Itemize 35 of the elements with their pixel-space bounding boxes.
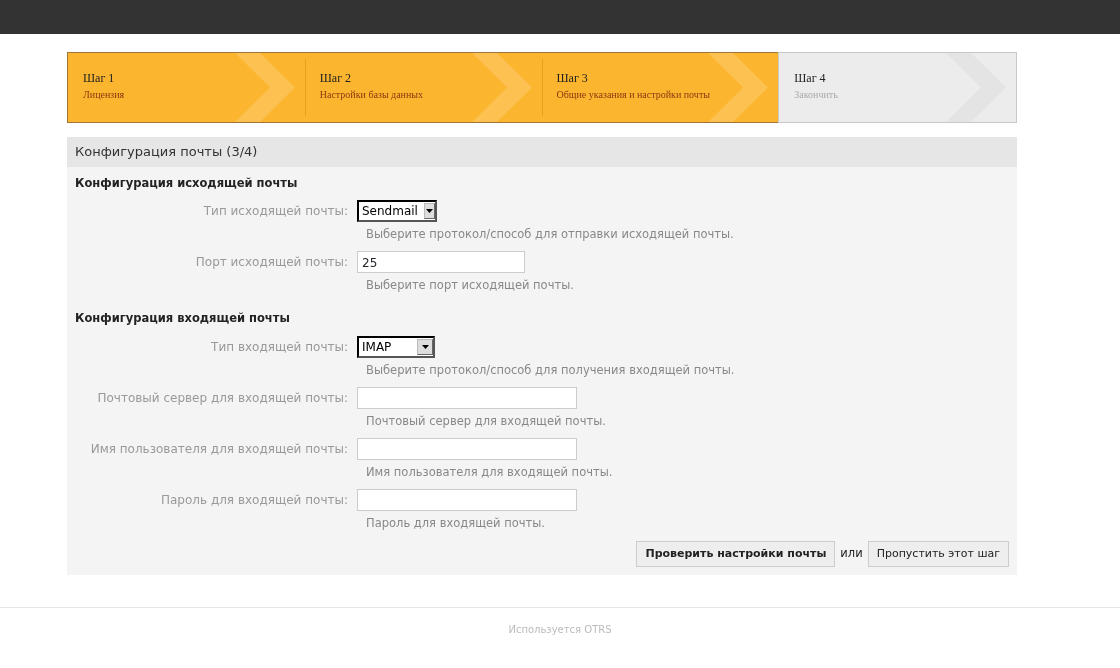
step-title: Шаг 4	[794, 70, 827, 87]
skip-step-button[interactable]: Пропустить этот шаг	[867, 540, 1009, 567]
field-label: Тип входящей почты:	[210, 338, 349, 356]
input-field[interactable]	[357, 489, 577, 512]
select-field[interactable]: Sendmail	[357, 199, 437, 222]
field-label: Имя пользователя для входящей почты:	[89, 441, 349, 458]
step-title: Шаг 1	[83, 70, 116, 87]
input-field[interactable]	[357, 438, 577, 460]
caret-icon	[425, 208, 433, 213]
caret-icon	[421, 344, 429, 349]
panel-title: Конфигурация почты (3/4)	[67, 137, 1017, 167]
field-hint: Имя пользователя для входящей почты.	[366, 464, 614, 481]
field-hint: Выберите порт исходящей почты.	[366, 277, 575, 294]
input-field[interactable]: 25	[357, 251, 525, 273]
field-label: Порт исходящей почты:	[194, 254, 349, 271]
step-subtitle: Общие указания и настройки почты	[556, 88, 711, 102]
check-settings-button[interactable]: Проверить настройки почты	[636, 540, 836, 567]
step-title: Шаг 2	[319, 70, 353, 87]
field-label: Почтовый сервер для входящей почты:	[96, 389, 349, 407]
step-subtitle: Настройки базы данных	[319, 88, 425, 102]
field-hint: Почтовый сервер для входящей почты.	[366, 412, 607, 430]
footer-text: Используется OTRS	[508, 624, 612, 635]
step-title: Шаг 3	[556, 70, 589, 87]
field-hint: Пароль для входящей почты.	[366, 515, 546, 533]
field-label: Тип исходящей почты:	[202, 202, 349, 220]
field-hint: Выберите протокол/способ для отправки исходящей почты.	[366, 225, 735, 243]
or-text: или	[840, 545, 863, 563]
step-subtitle: Закончить	[794, 88, 839, 102]
section-heading: Конфигурация исходящей почты	[74, 174, 299, 192]
field-hint: Выберите протокол/способ для получения входящей почты.	[366, 361, 736, 379]
section-heading: Конфигурация входящей почты	[74, 310, 291, 328]
input-field[interactable]	[357, 386, 577, 409]
field-label: Пароль для входящей почты:	[160, 492, 349, 510]
step-subtitle: Лицензия	[83, 88, 126, 102]
select-field[interactable]: IMAP	[357, 335, 435, 358]
